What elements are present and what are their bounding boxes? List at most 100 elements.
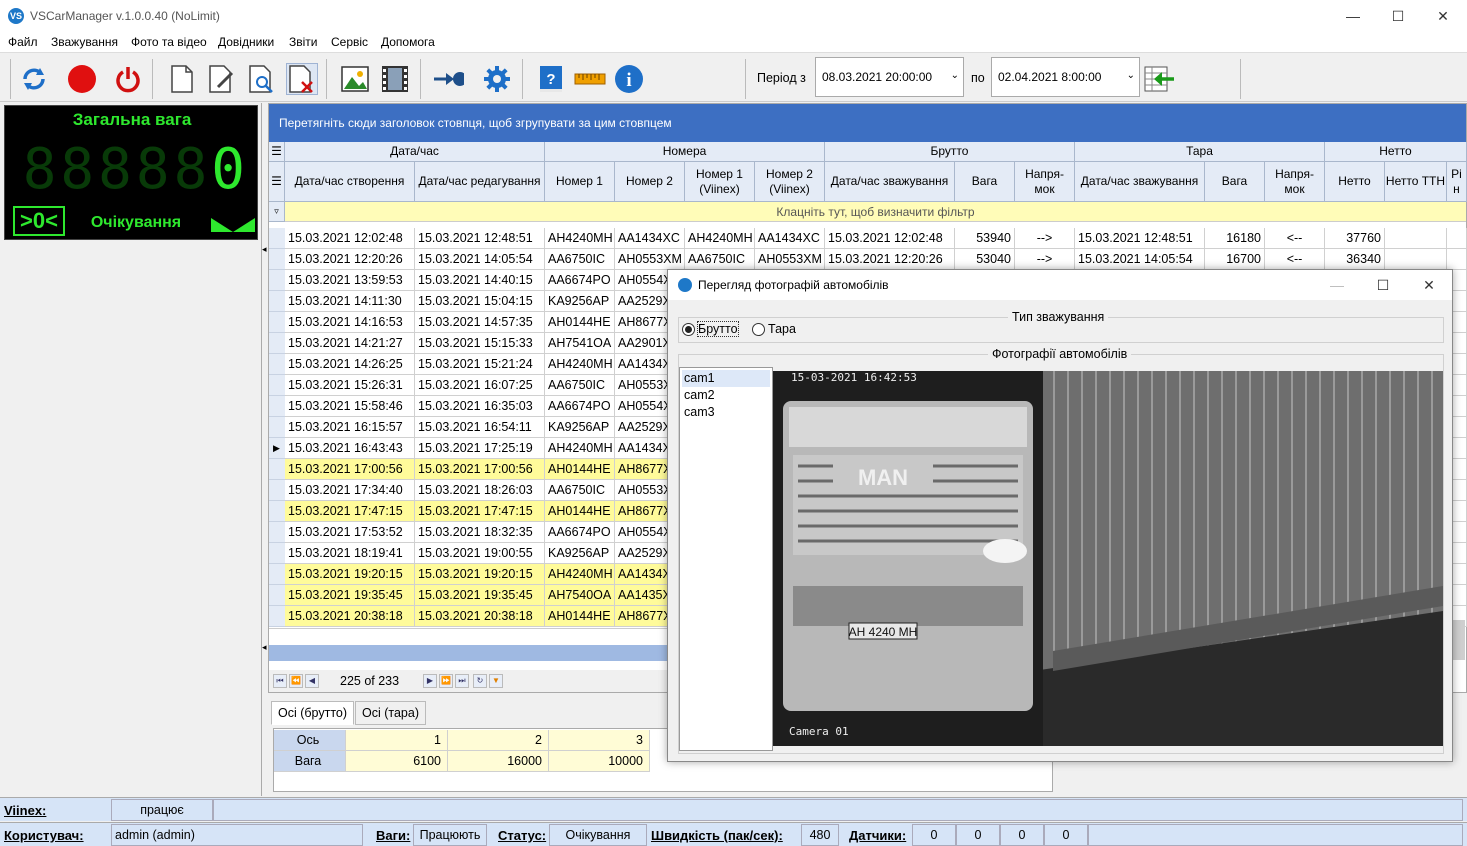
- table-cell[interactable]: 15.03.2021 17:47:15: [285, 501, 415, 522]
- table-cell[interactable]: KA9256AP: [545, 417, 615, 438]
- table-cell[interactable]: 15.03.2021 20:38:18: [285, 606, 415, 627]
- table-cell[interactable]: <--: [1265, 249, 1325, 270]
- table-cell[interactable]: 15.03.2021 18:32:35: [415, 522, 545, 543]
- refresh-icon[interactable]: [18, 63, 50, 95]
- edit-document-icon[interactable]: [206, 63, 238, 95]
- row-selector[interactable]: [269, 354, 285, 375]
- table-cell[interactable]: 15.03.2021 19:00:55: [415, 543, 545, 564]
- ruler-icon[interactable]: [574, 63, 606, 95]
- table-cell[interactable]: 15.03.2021 15:04:15: [415, 291, 545, 312]
- table-cell[interactable]: AA6750IC: [685, 249, 755, 270]
- table-cell[interactable]: AH0144HE: [545, 459, 615, 480]
- radio-tare[interactable]: [752, 323, 765, 336]
- table-cell[interactable]: AA6750IC: [545, 249, 615, 270]
- table-cell[interactable]: 15.03.2021 12:48:51: [1075, 228, 1205, 249]
- table-cell[interactable]: 15.03.2021 19:35:45: [415, 585, 545, 606]
- row-selector[interactable]: [269, 249, 285, 270]
- column-header[interactable]: Вага: [955, 162, 1015, 202]
- table-cell[interactable]: 15.03.2021 14:21:27: [285, 333, 415, 354]
- close-button[interactable]: ✕: [1406, 270, 1452, 300]
- row-selector[interactable]: [269, 459, 285, 480]
- table-cell[interactable]: -->: [1015, 249, 1075, 270]
- table-cell[interactable]: 15.03.2021 17:53:52: [285, 522, 415, 543]
- band-header[interactable]: Дата/час: [285, 142, 545, 162]
- table-cell[interactable]: 15.03.2021 17:00:56: [415, 459, 545, 480]
- row-selector[interactable]: [269, 501, 285, 522]
- table-cell[interactable]: [1385, 228, 1447, 249]
- table-cell[interactable]: AH7541OA: [545, 333, 615, 354]
- column-header[interactable]: Номер 2: [615, 162, 685, 202]
- table-cell[interactable]: 15.03.2021 16:07:25: [415, 375, 545, 396]
- table-cell[interactable]: AH0144HE: [545, 606, 615, 627]
- preview-document-icon[interactable]: [246, 63, 278, 95]
- table-cell[interactable]: AH0144HE: [545, 312, 615, 333]
- column-header[interactable]: Дата/час створення: [285, 162, 415, 202]
- help-book-icon[interactable]: ?: [535, 63, 567, 95]
- delete-document-icon[interactable]: [286, 63, 318, 95]
- vertical-scrollbar[interactable]: [1453, 620, 1465, 660]
- table-cell[interactable]: AH4240MH: [685, 228, 755, 249]
- radio-gross[interactable]: [682, 323, 695, 336]
- table-cell[interactable]: 15.03.2021 12:02:48: [285, 228, 415, 249]
- table-cell[interactable]: 53940: [955, 228, 1015, 249]
- column-header[interactable]: Нетто ТТН: [1385, 162, 1447, 202]
- period-to-input[interactable]: 02.04.2021 8:00:00 ⌄: [991, 57, 1140, 97]
- table-cell[interactable]: 15.03.2021 14:05:54: [1075, 249, 1205, 270]
- maximize-button[interactable]: ☐: [1360, 270, 1406, 300]
- table-cell[interactable]: AA6674PO: [545, 522, 615, 543]
- table-cell[interactable]: AH4240MH: [545, 354, 615, 375]
- table-cell[interactable]: [1447, 228, 1467, 249]
- row-selector[interactable]: [269, 564, 285, 585]
- table-cell[interactable]: 15.03.2021 16:54:11: [415, 417, 545, 438]
- table-cell[interactable]: 15.03.2021 14:11:30: [285, 291, 415, 312]
- table-cell[interactable]: 15.03.2021 13:59:53: [285, 270, 415, 291]
- table-cell[interactable]: 15.03.2021 14:40:15: [415, 270, 545, 291]
- row-selector[interactable]: [269, 396, 285, 417]
- camera-list[interactable]: cam1 cam2 cam3: [679, 367, 773, 751]
- menu-file[interactable]: Файл: [8, 35, 38, 49]
- info-icon[interactable]: i: [613, 63, 645, 95]
- table-cell[interactable]: AA6674PO: [545, 270, 615, 291]
- table-cell[interactable]: 15.03.2021 15:21:24: [415, 354, 545, 375]
- table-cell[interactable]: 15.03.2021 15:15:33: [415, 333, 545, 354]
- table-cell[interactable]: -->: [1015, 228, 1075, 249]
- menu-photo-video[interactable]: Фото та відео: [131, 35, 207, 49]
- power-icon[interactable]: [112, 63, 144, 95]
- prev-page-icon[interactable]: ⏪: [289, 674, 303, 688]
- column-header[interactable]: Нетто: [1325, 162, 1385, 202]
- settings-gear-icon[interactable]: [481, 63, 513, 95]
- column-chooser-icon[interactable]: ☰: [269, 162, 285, 202]
- table-cell[interactable]: 15.03.2021 17:00:56: [285, 459, 415, 480]
- close-button[interactable]: ✕: [1420, 0, 1466, 32]
- table-cell[interactable]: 16180: [1205, 228, 1265, 249]
- table-cell[interactable]: 15.03.2021 12:48:51: [415, 228, 545, 249]
- prev-record-icon[interactable]: ◀: [305, 674, 319, 688]
- tab-axles-tare[interactable]: Осі (тара): [355, 701, 426, 725]
- column-header[interactable]: Номер 1 (Viinex): [685, 162, 755, 202]
- row-selector[interactable]: [269, 375, 285, 396]
- table-cell[interactable]: 53040: [955, 249, 1015, 270]
- table-cell[interactable]: KA9256AP: [545, 543, 615, 564]
- table-cell[interactable]: 15.03.2021 14:16:53: [285, 312, 415, 333]
- table-cell[interactable]: AH0144HE: [545, 501, 615, 522]
- table-cell[interactable]: 36340: [1325, 249, 1385, 270]
- video-icon[interactable]: [379, 63, 411, 95]
- next-record-icon[interactable]: ▶: [423, 674, 437, 688]
- record-icon[interactable]: [66, 63, 98, 95]
- table-cell[interactable]: 15.03.2021 15:26:31: [285, 375, 415, 396]
- table-cell[interactable]: 15.03.2021 17:34:40: [285, 480, 415, 501]
- table-cell[interactable]: AH4240MH: [545, 228, 615, 249]
- table-cell[interactable]: AA1434XC: [755, 228, 825, 249]
- filter-icon[interactable]: ▿: [269, 202, 285, 222]
- row-selector[interactable]: [269, 270, 285, 291]
- row-selector[interactable]: [269, 522, 285, 543]
- radio-gross-label[interactable]: Брутто: [697, 321, 739, 337]
- table-cell[interactable]: 15.03.2021 16:43:43: [285, 438, 415, 459]
- refresh-grid-icon[interactable]: ↻: [473, 674, 487, 688]
- filter-grid-icon[interactable]: ▼: [489, 674, 503, 688]
- table-cell[interactable]: 15.03.2021 14:57:35: [415, 312, 545, 333]
- table-cell[interactable]: 15.03.2021 16:15:57: [285, 417, 415, 438]
- table-cell[interactable]: 15.03.2021 17:47:15: [415, 501, 545, 522]
- table-cell[interactable]: 15.03.2021 17:25:19: [415, 438, 545, 459]
- row-selector[interactable]: [269, 333, 285, 354]
